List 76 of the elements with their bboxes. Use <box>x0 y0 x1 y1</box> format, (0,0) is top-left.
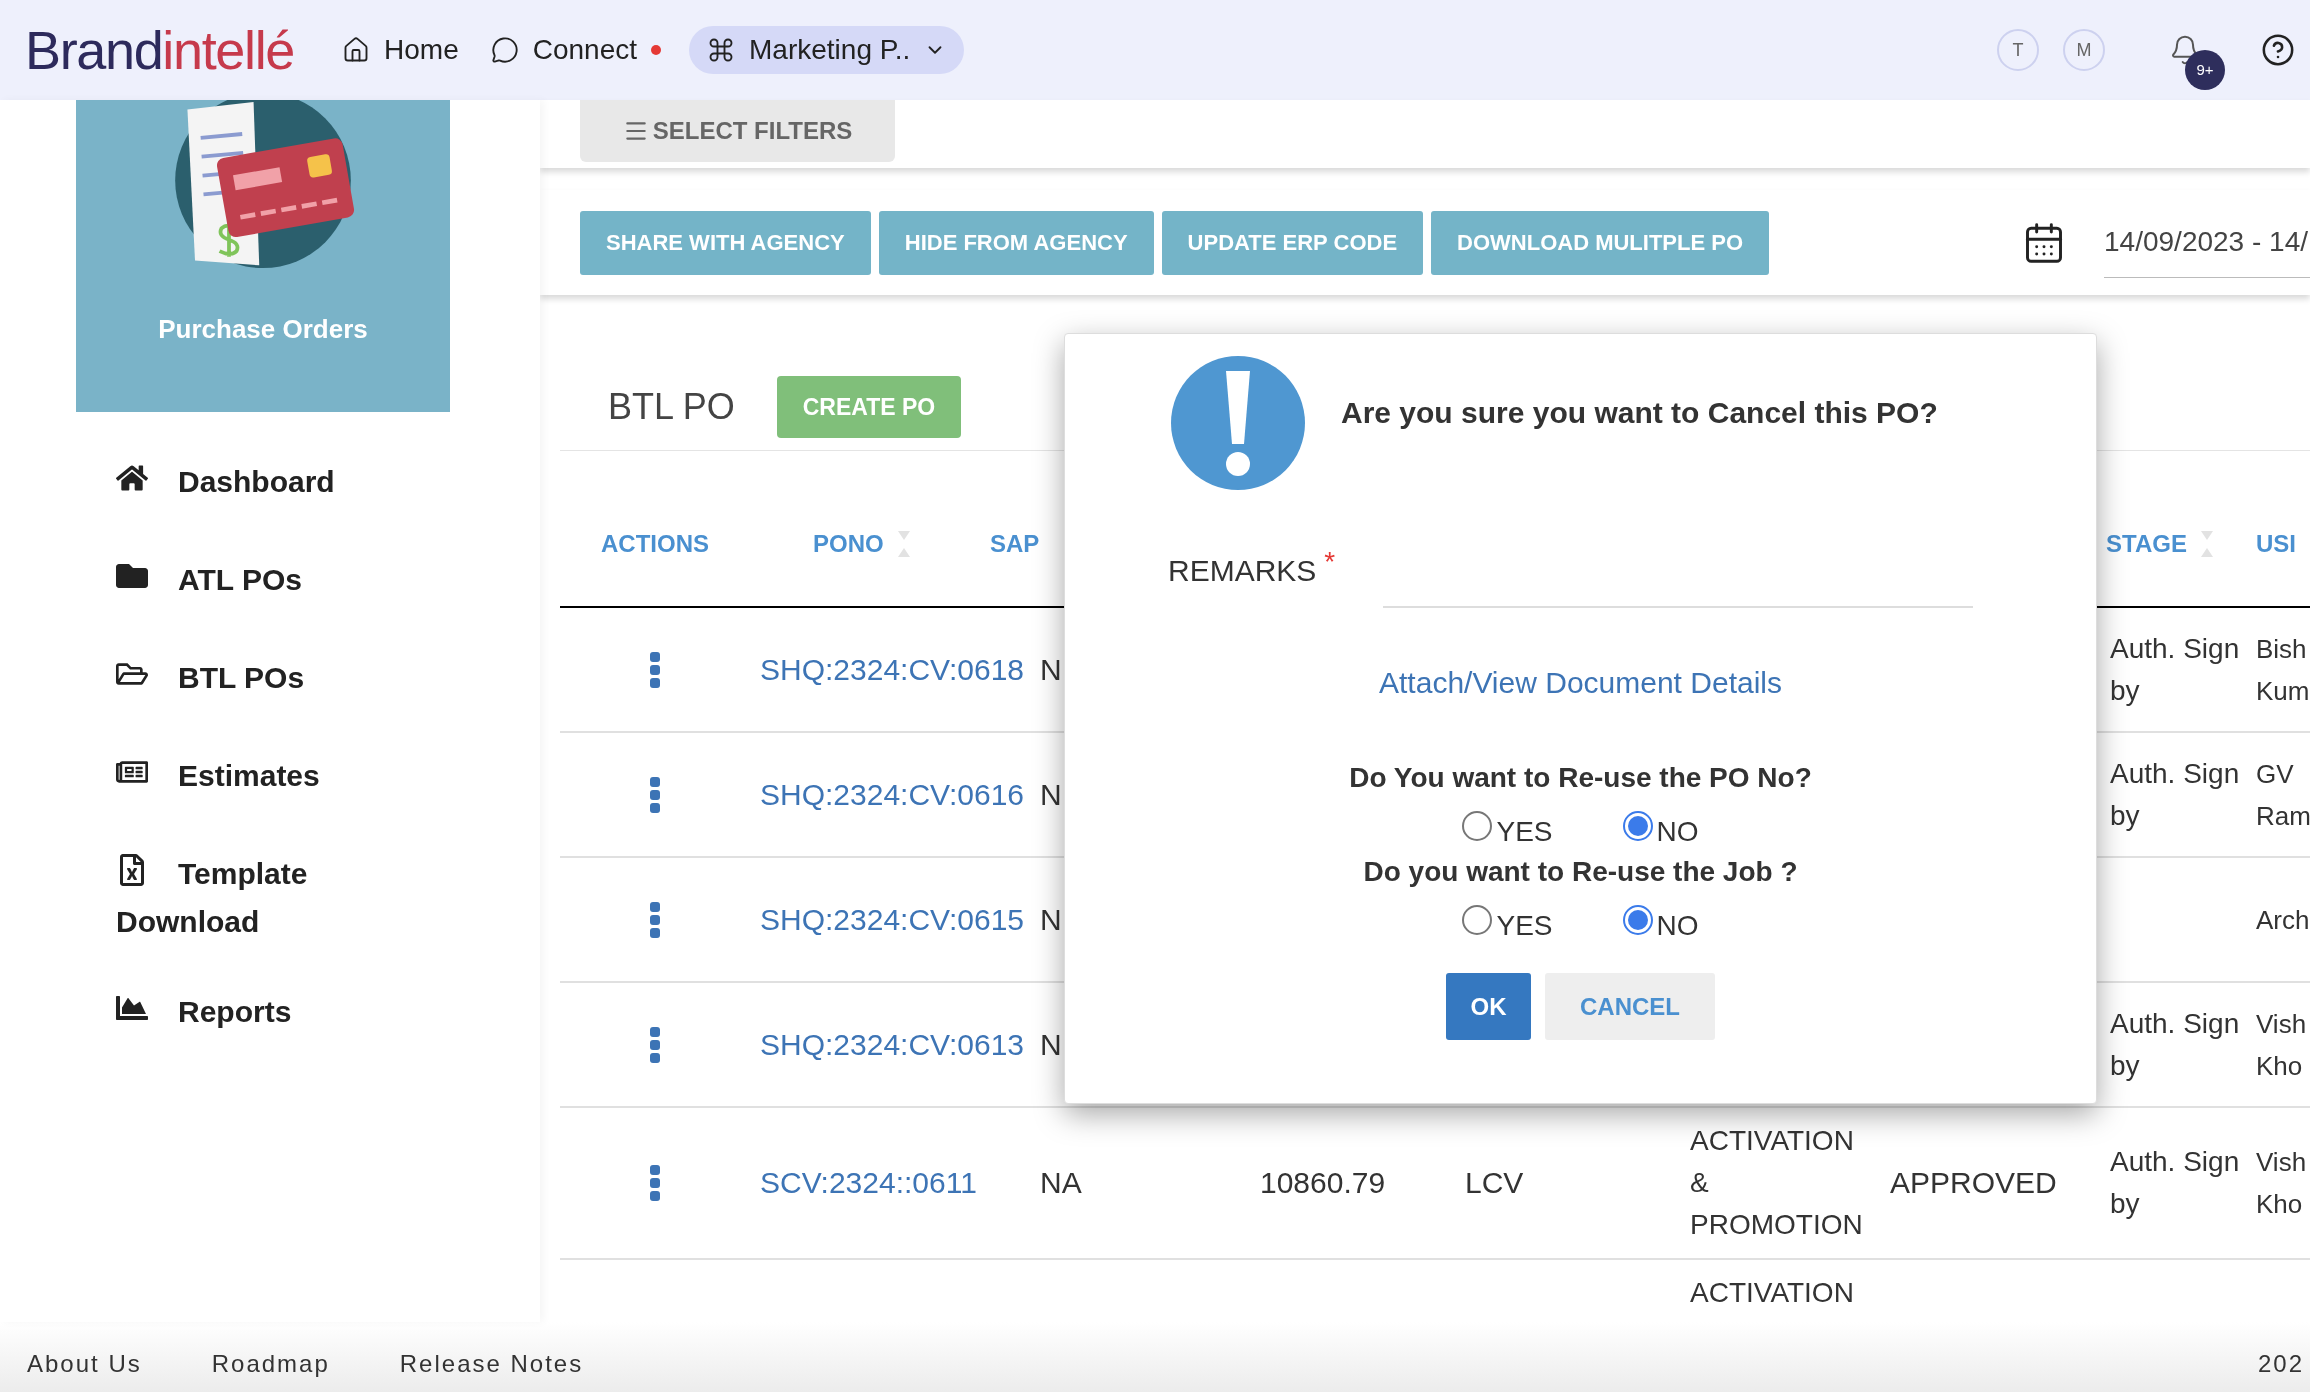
sidebar-item[interactable]: ATL POs <box>116 556 386 612</box>
table-cell-text: N <box>1040 651 1063 688</box>
row-actions-icon[interactable] <box>650 651 660 688</box>
sidebar-item[interactable]: Estimates <box>116 752 386 808</box>
sidebar-item[interactable]: Dashboard <box>116 458 386 514</box>
question-text: Do you want to Re-use the Job ? <box>1363 855 1798 889</box>
select-filters-button[interactable]: SELECT FILTERS <box>580 100 895 162</box>
table-cell-text: N <box>1040 1026 1063 1063</box>
nav-link[interactable]: Home <box>338 26 463 74</box>
radio-button[interactable] <box>1622 905 1653 935</box>
footer-link[interactable]: Roadmap <box>211 1346 330 1382</box>
help-icon[interactable] <box>2261 33 2295 67</box>
table-cell-text: Bish Kum <box>2256 632 2310 708</box>
table-cell-text: ACTIVATION <box>1690 1276 1855 1310</box>
table-cell-text: N <box>1040 901 1063 938</box>
po-number-link[interactable]: SHQ:2324:CV:0616 <box>760 773 1030 816</box>
table-cell-text: Auth. Sign by <box>2110 756 2241 833</box>
user-avatar[interactable]: T <box>1997 29 2039 71</box>
row-actions-icon[interactable] <box>650 776 660 813</box>
po-number-link[interactable]: SCV:2324::0611 <box>760 1162 1030 1204</box>
attach-document-link[interactable]: Attach/View Document Details <box>1379 660 1782 705</box>
footer-link[interactable]: Release Notes <box>399 1346 584 1382</box>
row-actions-icon[interactable] <box>650 1165 660 1201</box>
table-cell-text: Auth. Sign by <box>2110 631 2241 708</box>
user-avatar[interactable]: M <box>2063 29 2105 71</box>
table-cell-text: N <box>1040 776 1063 813</box>
exclamation-icon <box>1171 356 1305 490</box>
module-title: Purchase Orders <box>158 313 368 346</box>
po-number-link[interactable]: SHQ:2324:CV:0613 <box>760 1023 1030 1066</box>
column-header[interactable]: SAP <box>990 526 1040 562</box>
table-cell-text: ACTIVATION & PROMOTION <box>1690 1124 1864 1242</box>
radio-button[interactable] <box>1622 811 1653 841</box>
table-cell-text: 10860.79 <box>1260 1165 1387 1201</box>
table-cell-text: NA <box>1040 1165 1083 1201</box>
sidebar-item[interactable]: Template Download <box>116 850 386 946</box>
table-title: BTL PO <box>608 385 735 429</box>
copyright-year: 202 <box>2257 1349 2304 1379</box>
table-cell-text: APPROVED <box>1890 1165 2058 1201</box>
footer-link[interactable]: About Us <box>27 1346 142 1382</box>
radio-label[interactable]: NO <box>1656 911 1699 941</box>
module-dropdown[interactable]: Marketing P.. <box>689 26 965 74</box>
cancel-button[interactable]: CANCEL <box>1545 973 1715 1040</box>
radio-button[interactable] <box>1462 905 1493 935</box>
home-icon <box>342 36 370 64</box>
question-text: Do You want to Re-use the PO No? <box>1349 761 1812 795</box>
radio-label[interactable]: YES <box>1496 911 1553 941</box>
row-actions-icon[interactable] <box>650 1026 660 1063</box>
dialog-title: Are you sure you want to Cancel this PO? <box>1341 395 1938 431</box>
po-number-link[interactable]: SHQ:2324:CV:0618 <box>760 648 1030 691</box>
speech-bubble-icon <box>490 36 519 64</box>
table-cell-text: Vish Kho <box>2256 1007 2308 1083</box>
sidebar-item[interactable]: Reports <box>116 988 386 1044</box>
radio-label[interactable]: YES <box>1496 817 1553 847</box>
radio-label[interactable]: NO <box>1656 817 1699 847</box>
brand-logo[interactable]: Brandintellé <box>25 23 294 77</box>
column-header[interactable]: ACTIONS <box>601 526 709 562</box>
table-cell-text: Arch <box>2256 903 2310 937</box>
command-icon <box>707 36 735 64</box>
column-header[interactable]: PONO <box>813 526 884 562</box>
sidebar-item[interactable]: BTL POs <box>116 654 386 710</box>
date-range-field[interactable]: 14/09/2023 - 14/ <box>2104 207 2310 278</box>
table-cell-text: GV Ram <box>2256 757 2310 833</box>
table-cell-text: Vish Kho <box>2256 1146 2308 1221</box>
row-actions-icon[interactable] <box>650 901 660 938</box>
table-cell-text: Auth. Sign by <box>2110 1006 2241 1083</box>
notification-badge: 9+ <box>2185 50 2225 90</box>
column-header[interactable]: USI <box>2256 526 2296 562</box>
radio-button[interactable] <box>1462 811 1493 841</box>
remarks-label: REMARKS <box>1168 553 1317 589</box>
po-number-link[interactable]: SHQ:2324:CV:0615 <box>760 898 1030 941</box>
ok-button[interactable]: OK <box>1446 973 1531 1040</box>
table-cell-text: Auth. Sign by <box>2110 1145 2241 1221</box>
required-asterisk: * <box>1324 548 1336 576</box>
table-cell-text: LCV <box>1465 1165 1525 1201</box>
column-header[interactable]: STAGE <box>2106 526 2187 562</box>
nav-link[interactable]: Connect <box>486 26 665 74</box>
